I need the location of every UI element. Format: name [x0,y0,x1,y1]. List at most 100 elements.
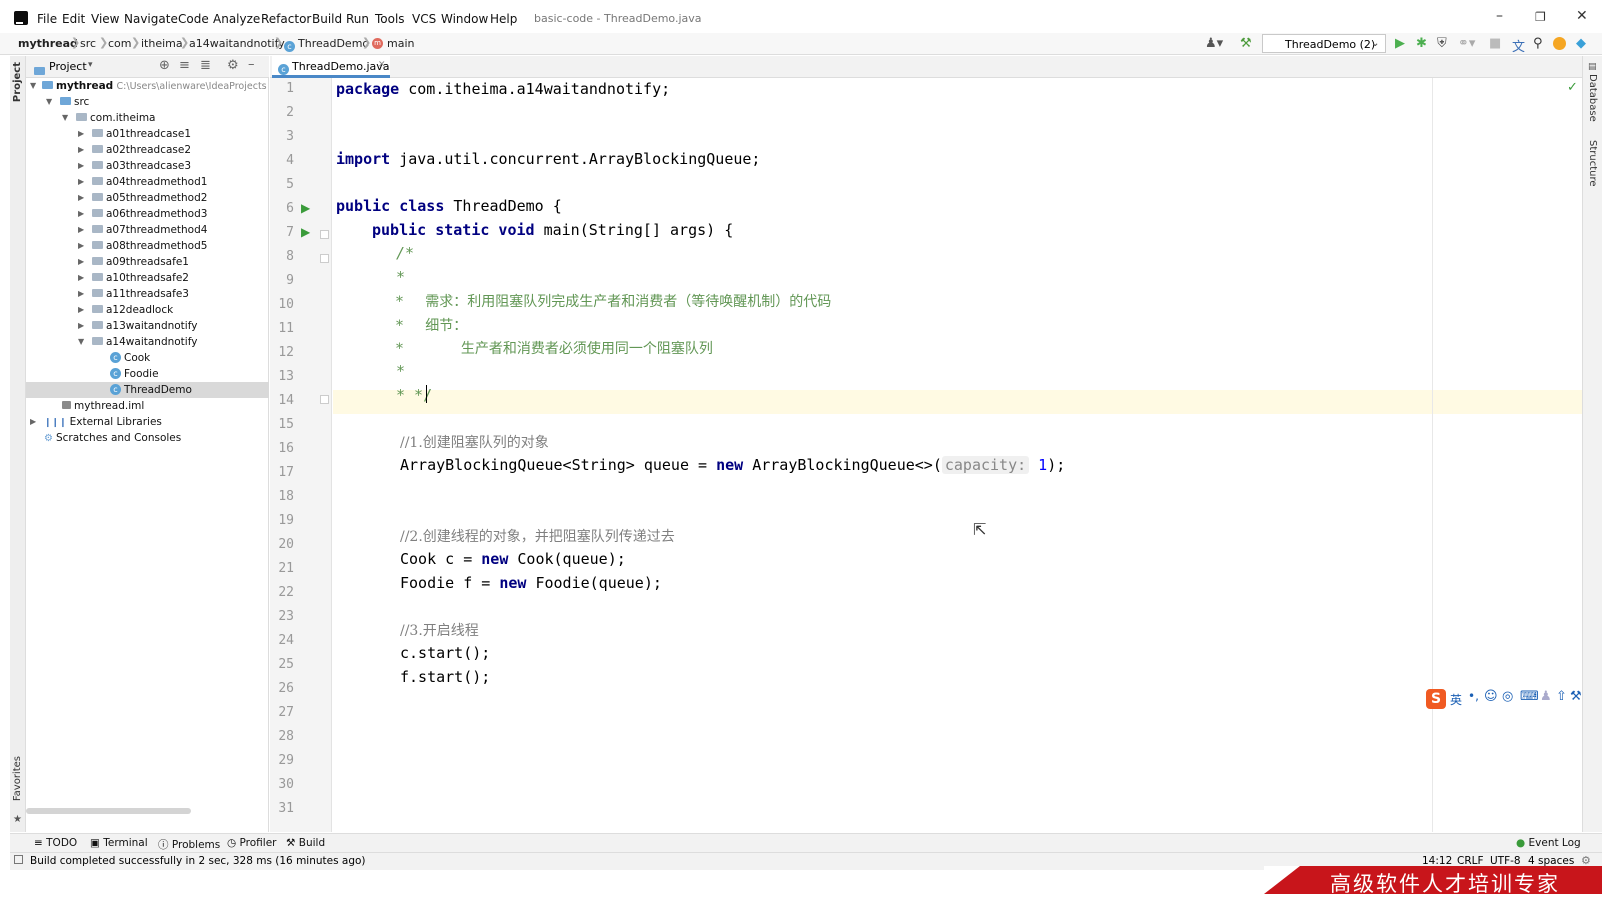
tree-folder-item[interactable]: ▶ a06threadmethod3 [26,206,269,222]
code-editor[interactable]: package com.itheima.a14waitandnotify; im… [333,78,1582,832]
horizontal-scrollbar[interactable] [26,808,191,814]
favorites-tool-tab[interactable]: Favorites [12,756,23,801]
menu-edit[interactable]: Edit [62,12,85,26]
tree-external-libraries[interactable]: ▶ ❙❙❙ External Libraries [26,414,269,430]
code-line-24: //3.开启线程 [400,623,479,639]
menu-refactor[interactable]: Refactor [261,12,311,26]
fold-icon[interactable] [320,254,329,263]
tree-folder-item[interactable]: ▶ a04threadmethod1 [26,174,269,190]
editor-tab-threaddemo[interactable]: c ThreadDemo.java ✕ [272,56,390,78]
menu-window[interactable]: Window [441,12,488,26]
tree-scratches[interactable]: ⚙ Scratches and Consoles [26,430,269,446]
fold-icon[interactable] [320,230,329,239]
build-tool-button[interactable]: ⚒ Build [286,837,325,849]
tree-folder-item-open[interactable]: ▼ a14waitandnotify [26,334,269,350]
status-message[interactable]: Build completed successfully in 2 sec, 3… [30,855,366,867]
event-log-button[interactable]: ● Event Log [1516,837,1581,849]
line-number: 1 [286,81,294,96]
project-view-select[interactable]: Project [49,60,87,73]
coverage-icon[interactable]: ⛨ [1437,36,1447,51]
tree-folder-item[interactable]: ▶ a08threadmethod5 [26,238,269,254]
menu-help[interactable]: Help [490,12,517,26]
minimize-icon[interactable]: – [1496,8,1503,24]
tree-folder-item[interactable]: ▶ a01threadcase1 [26,126,269,142]
line-number: 31 [278,801,294,816]
tree-src[interactable]: ▼ src [26,94,269,110]
project-tool-tab[interactable]: Project [12,62,23,102]
expand-all-icon[interactable]: ≡ [179,58,190,73]
tree-folder-item[interactable]: ▶ a03threadcase3 [26,158,269,174]
locate-icon[interactable]: ⊕ [159,58,170,73]
breadcrumb-package[interactable]: a14waitandnotify [189,37,285,50]
tree-folder-item[interactable]: ▶ a11threadsafe3 [26,286,269,302]
wrench-icon[interactable]: ⚒ [1570,689,1582,704]
checkmark-icon: ✓ [1567,80,1578,95]
tree-folder-item[interactable]: ▶ a13waitandnotify [26,318,269,334]
menu-vcs[interactable]: VCS [412,12,436,26]
chevron-down-icon[interactable]: ▾ [88,60,93,70]
profile-icon[interactable]: ⚭▾ [1458,36,1475,51]
tree-class-foodie[interactable]: c Foodie [26,366,269,382]
tree-folder-item[interactable]: ▶ a05threadmethod2 [26,190,269,206]
breadcrumb-com[interactable]: com [108,37,132,50]
menu-analyze[interactable]: Analyze [213,12,260,26]
fold-icon[interactable] [320,395,329,404]
search-icon[interactable]: ⚲ [1533,36,1543,51]
tree-folder-item[interactable]: ▶ a12deadlock [26,302,269,318]
menu-navigate[interactable]: Navigate [124,12,178,26]
toggle-tool-windows-icon[interactable] [14,855,23,864]
terminal-tool-button[interactable]: ▣ Terminal [90,837,148,849]
menu-tools[interactable]: Tools [375,12,405,26]
menu-run[interactable]: Run [346,12,369,26]
plugin-icon[interactable]: ◆ [1576,36,1586,51]
user-icon[interactable]: ♟▾ [1205,36,1223,51]
problems-tool-button[interactable]: ⓘ Problems [158,837,220,852]
ime-toolbar[interactable]: S 英 •, ☺ ◎ ⌨ ♟ ⇧ ⚒ [1426,689,1582,709]
sogou-logo-icon: S [1426,689,1446,709]
run-icon[interactable]: ▶ [1395,36,1405,51]
menu-code[interactable]: Code [178,12,209,26]
upload-icon[interactable]: ⇧ [1556,689,1567,704]
menu-build[interactable]: Build [312,12,342,26]
emoji-icon[interactable]: ☺ [1484,689,1498,704]
menu-view[interactable]: View [91,12,119,26]
gear-icon[interactable]: ⚙ [227,58,239,73]
tree-folder-item[interactable]: ▶ a09threadsafe1 [26,254,269,270]
menu-file[interactable]: File [37,12,57,26]
tree-package-com-itheima[interactable]: ▼ com.itheima [26,110,269,126]
run-gutter-icon[interactable]: ▶ [301,201,310,215]
hide-panel-icon[interactable]: – [248,57,255,72]
punctuation-icon[interactable]: •, [1468,689,1479,703]
close-tab-icon[interactable]: ✕ [378,60,386,70]
update-icon[interactable] [1553,37,1566,50]
tree-class-cook[interactable]: c Cook [26,350,269,366]
run-configuration-select[interactable]: ThreadDemo (2) ⌄ [1262,34,1386,53]
tree-iml-file[interactable]: mythread.iml [26,398,269,414]
tree-folder-item[interactable]: ▶ a10threadsafe2 [26,270,269,286]
ime-mode[interactable]: 英 [1450,691,1462,708]
translate-icon[interactable]: 文 [1512,36,1525,55]
tree-folder-item[interactable]: ▶ a07threadmethod4 [26,222,269,238]
breadcrumb-project[interactable]: mythread [18,37,78,50]
stop-icon[interactable]: ■ [1489,36,1501,51]
close-icon[interactable]: ✕ [1576,8,1588,24]
skin-icon[interactable]: ♟ [1540,689,1552,704]
profiler-tool-button[interactable]: ◷ Profiler [227,837,276,849]
breadcrumb-src[interactable]: src [80,37,96,50]
debug-icon[interactable]: ✱ [1416,36,1427,51]
microphone-icon[interactable]: ◎ [1502,689,1513,704]
breadcrumb-itheima[interactable]: itheima [141,37,183,50]
breadcrumb-class[interactable]: ThreadDemo [298,37,369,50]
tree-folder-item[interactable]: ▶ a02threadcase2 [26,142,269,158]
collapse-all-icon[interactable]: ≣ [200,58,211,73]
todo-tool-button[interactable]: ≡ TODO [34,837,77,849]
run-gutter-icon[interactable]: ▶ [301,225,310,239]
structure-tool-tab[interactable]: Structure [1587,140,1598,187]
restore-icon[interactable]: ❐ [1535,10,1546,24]
breadcrumb-method[interactable]: main [387,37,414,50]
tree-class-threaddemo[interactable]: c ThreadDemo [26,382,269,398]
database-tool-tab[interactable]: Database [1587,74,1598,122]
tree-root-mythread[interactable]: ▼ mythread C:\Users\alienware\IdeaProjec… [26,78,269,94]
build-hammer-icon[interactable]: ⚒ [1240,36,1252,51]
keyboard-icon[interactable]: ⌨ [1520,689,1539,704]
